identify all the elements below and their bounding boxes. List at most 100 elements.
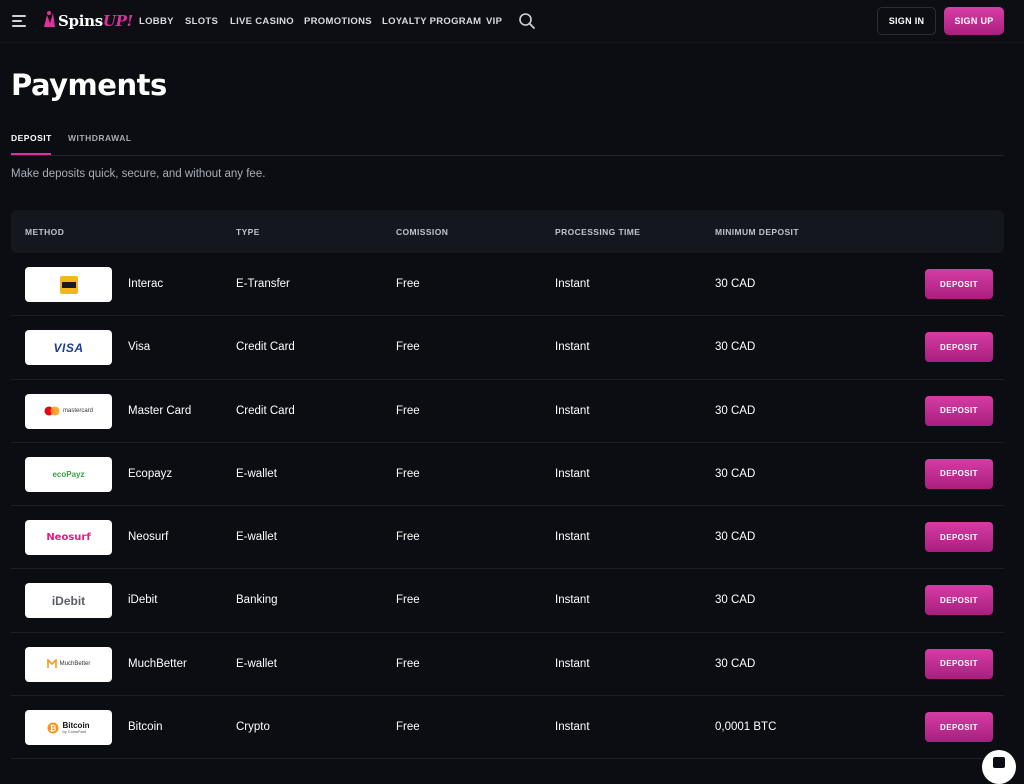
svg-text:₿: ₿ (50, 723, 57, 732)
col-type: TYPE (236, 227, 260, 237)
deposit-button[interactable]: DEPOSIT (925, 522, 993, 553)
neosurf-logo: Neosurf (25, 520, 112, 556)
chat-icon-glyph (993, 756, 1005, 768)
method-min: 30 CAD (715, 404, 756, 417)
method-type: E-wallet (236, 657, 277, 670)
table-row: Interac E-Transfer Free Instant 30 CAD D… (11, 253, 1004, 317)
nav-promotions[interactable]: PROMOTIONS (304, 16, 372, 27)
tab-deposit[interactable]: DEPOSIT (11, 133, 52, 143)
idebit-logo-text: iDebit (51, 593, 86, 608)
method-time: Instant (555, 404, 590, 417)
table-row: Neosurf Neosurf E-wallet Free Instant 30… (11, 506, 1004, 570)
top-header: SpinsUP! LOBBY SLOTS LIVE CASINO PROMOTI… (0, 0, 1024, 43)
deposit-button[interactable]: DEPOSIT (925, 458, 993, 489)
method-min: 30 CAD (715, 594, 756, 607)
method-fee: Free (396, 467, 420, 480)
deposit-button[interactable]: DEPOSIT (925, 648, 993, 679)
deposit-button[interactable]: DEPOSIT (925, 332, 993, 363)
method-time: Instant (555, 721, 590, 734)
method-type: E-wallet (236, 531, 277, 544)
method-name: iDebit (128, 594, 158, 607)
col-minimum-deposit: MINIMUM DEPOSIT (715, 227, 799, 237)
deposit-button[interactable]: DEPOSIT (925, 269, 993, 299)
logo-text[interactable]: SpinsUP! (58, 12, 133, 30)
method-fee: Free (396, 594, 420, 607)
method-time: Instant (555, 278, 590, 290)
ecopayz-logo-text: ecoPayz (52, 469, 85, 479)
table-row: VISA Visa Credit Card Free Instant 30 CA… (11, 316, 1004, 380)
method-min: 30 CAD (715, 278, 756, 290)
nav-lobby[interactable]: LOBBY (139, 16, 174, 27)
table-row: mastercard Master Card Credit Card Free … (11, 380, 1004, 443)
method-type: Credit Card (236, 341, 295, 354)
mastercard-icon (44, 406, 60, 416)
deposit-button[interactable]: DEPOSIT (925, 395, 993, 426)
deposit-button[interactable]: DEPOSIT (925, 712, 993, 743)
method-fee: Free (396, 341, 420, 354)
muchbetter-logo-text: MuchBetter (59, 661, 91, 668)
method-type: Credit Card (236, 404, 295, 417)
method-min: 30 CAD (715, 531, 756, 544)
method-name: Master Card (128, 404, 192, 417)
method-min: 0,0001 BTC (715, 721, 777, 734)
method-name: Interac (128, 278, 164, 290)
menu-icon[interactable] (12, 15, 26, 27)
method-name: Neosurf (128, 531, 169, 544)
table-header: METHOD TYPE COMISSION PROCESSING TIME MI… (11, 210, 1004, 253)
deposit-button[interactable]: DEPOSIT (925, 585, 993, 616)
col-processing-time: PROCESSING TIME (555, 227, 641, 237)
table-row: ₿ Bitcoin by CoinsPaid Bitcoin Crypto Fr… (11, 696, 1004, 760)
method-time: Instant (555, 341, 590, 354)
muchbetter-icon (46, 659, 57, 669)
bitcoin-logo-subtext: by CoinsPaid (62, 728, 87, 734)
method-fee: Free (396, 278, 420, 290)
nav-vip[interactable]: VIP (486, 16, 502, 27)
method-name: Visa (128, 341, 151, 354)
payment-tabs: DEPOSIT WITHDRAWAL (11, 126, 1004, 156)
page-title: Payments (11, 68, 167, 102)
page-subtitle: Make deposits quick, secure, and without… (11, 168, 266, 180)
interac-icon (59, 275, 78, 294)
table-row: ecoPayz Ecopayz E-wallet Free Instant 30… (11, 443, 1004, 507)
bitcoin-logo: ₿ Bitcoin by CoinsPaid (25, 710, 112, 746)
method-type: Banking (236, 594, 278, 607)
method-name: MuchBetter (128, 657, 187, 670)
sign-up-button[interactable]: SIGN UP (944, 7, 1004, 35)
method-min: 30 CAD (715, 467, 756, 480)
mastercard-logo-text: mastercard (62, 408, 93, 415)
method-type: Crypto (236, 721, 270, 734)
visa-logo: VISA (25, 330, 112, 366)
ecopayz-logo: ecoPayz (25, 456, 112, 492)
tab-withdrawal[interactable]: WITHDRAWAL (68, 133, 132, 143)
muchbetter-logo: MuchBetter (25, 646, 112, 682)
method-min: 30 CAD (715, 341, 756, 354)
interac-logo (25, 267, 112, 302)
col-method: METHOD (25, 227, 65, 237)
mastercard-logo: mastercard (25, 393, 112, 429)
method-fee: Free (396, 657, 420, 670)
method-type: E-wallet (236, 467, 277, 480)
method-time: Instant (555, 657, 590, 670)
nav-slots[interactable]: SLOTS (185, 16, 218, 27)
idebit-logo: iDebit (25, 583, 112, 619)
method-time: Instant (555, 531, 590, 544)
sign-in-button[interactable]: SIGN IN (877, 7, 936, 35)
method-min: 30 CAD (715, 657, 756, 670)
search-icon[interactable] (518, 12, 536, 30)
nav-loyalty-program[interactable]: LOYALTY PROGRAM (382, 16, 481, 27)
method-type: E-Transfer (236, 278, 290, 290)
method-time: Instant (555, 467, 590, 480)
method-fee: Free (396, 721, 420, 734)
method-time: Instant (555, 594, 590, 607)
table-row: iDebit iDebit Banking Free Instant 30 CA… (11, 569, 1004, 633)
neosurf-logo-text: Neosurf (46, 532, 91, 544)
table-row: MuchBetter MuchBetter E-wallet Free Inst… (11, 633, 1004, 697)
nav-live-casino[interactable]: LIVE CASINO (230, 16, 294, 27)
payments-table: METHOD TYPE COMISSION PROCESSING TIME MI… (11, 210, 1004, 760)
bitcoin-icon: ₿ (47, 722, 59, 734)
method-name: Bitcoin (128, 721, 163, 734)
method-fee: Free (396, 531, 420, 544)
chat-icon[interactable] (982, 750, 1016, 784)
method-fee: Free (396, 404, 420, 417)
method-name: Ecopayz (128, 467, 173, 480)
